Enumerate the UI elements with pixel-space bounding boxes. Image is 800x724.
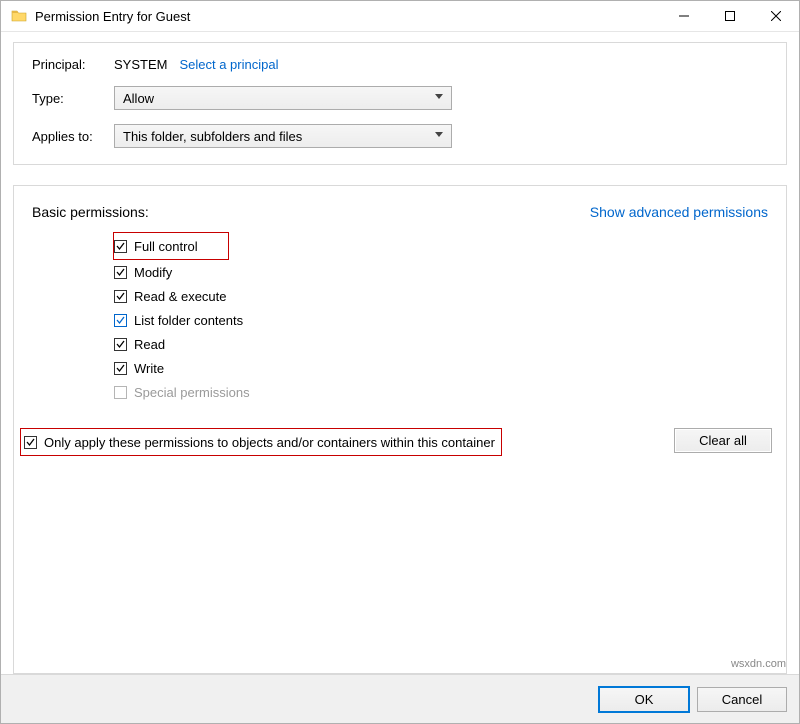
applies-to-label: Applies to: xyxy=(32,129,114,144)
clear-all-label: Clear all xyxy=(699,433,747,448)
cancel-label: Cancel xyxy=(722,692,762,707)
window-title: Permission Entry for Guest xyxy=(35,9,190,24)
perm-read-execute[interactable]: Read & execute xyxy=(114,284,768,308)
maximize-button[interactable] xyxy=(707,1,753,31)
perm-label: Special permissions xyxy=(134,385,250,400)
close-button[interactable] xyxy=(753,1,799,31)
checkbox-only-apply[interactable] xyxy=(24,436,37,449)
basic-permissions-label: Basic permissions: xyxy=(32,204,149,220)
perm-label: List folder contents xyxy=(134,313,243,328)
only-apply-label: Only apply these permissions to objects … xyxy=(44,435,495,450)
minimize-button[interactable] xyxy=(661,1,707,31)
watermark: wsxdn.com xyxy=(731,658,786,670)
only-apply-row[interactable]: Only apply these permissions to objects … xyxy=(20,428,502,456)
checkbox-write[interactable] xyxy=(114,362,127,375)
perm-special-permissions: Special permissions xyxy=(114,380,768,404)
show-advanced-permissions-link[interactable]: Show advanced permissions xyxy=(590,204,768,220)
applies-to-select-value: This folder, subfolders and files xyxy=(123,129,302,144)
checkbox-modify[interactable] xyxy=(114,266,127,279)
clear-all-button[interactable]: Clear all xyxy=(674,428,772,453)
cancel-button[interactable]: Cancel xyxy=(697,687,787,712)
checkbox-full-control[interactable] xyxy=(114,240,127,253)
perm-label: Modify xyxy=(134,265,172,280)
select-principal-link[interactable]: Select a principal xyxy=(179,57,278,72)
perm-list-folder-contents[interactable]: List folder contents xyxy=(114,308,768,332)
checkbox-list-folder-contents[interactable] xyxy=(114,314,127,327)
perm-label: Write xyxy=(134,361,164,376)
type-select[interactable]: Allow xyxy=(114,86,452,110)
permissions-panel: Basic permissions: Show advanced permiss… xyxy=(13,185,787,674)
chevron-down-icon xyxy=(435,132,443,137)
perm-full-control[interactable]: Full control xyxy=(113,232,229,260)
perm-label: Read & execute xyxy=(134,289,227,304)
principal-label: Principal: xyxy=(32,57,114,72)
applies-to-select[interactable]: This folder, subfolders and files xyxy=(114,124,452,148)
perm-label: Full control xyxy=(134,239,198,254)
ok-button[interactable]: OK xyxy=(599,687,689,712)
chevron-down-icon xyxy=(435,94,443,99)
checkbox-read[interactable] xyxy=(114,338,127,351)
type-select-value: Allow xyxy=(123,91,154,106)
ok-label: OK xyxy=(635,692,654,707)
principal-panel: Principal: SYSTEM Select a principal Typ… xyxy=(13,42,787,165)
perm-write[interactable]: Write xyxy=(114,356,768,380)
perm-modify[interactable]: Modify xyxy=(114,260,768,284)
perm-label: Read xyxy=(134,337,165,352)
principal-value: SYSTEM xyxy=(114,57,167,72)
checkbox-read-execute[interactable] xyxy=(114,290,127,303)
type-label: Type: xyxy=(32,91,114,106)
checkbox-special-permissions xyxy=(114,386,127,399)
perm-read[interactable]: Read xyxy=(114,332,768,356)
folder-icon xyxy=(11,8,27,24)
